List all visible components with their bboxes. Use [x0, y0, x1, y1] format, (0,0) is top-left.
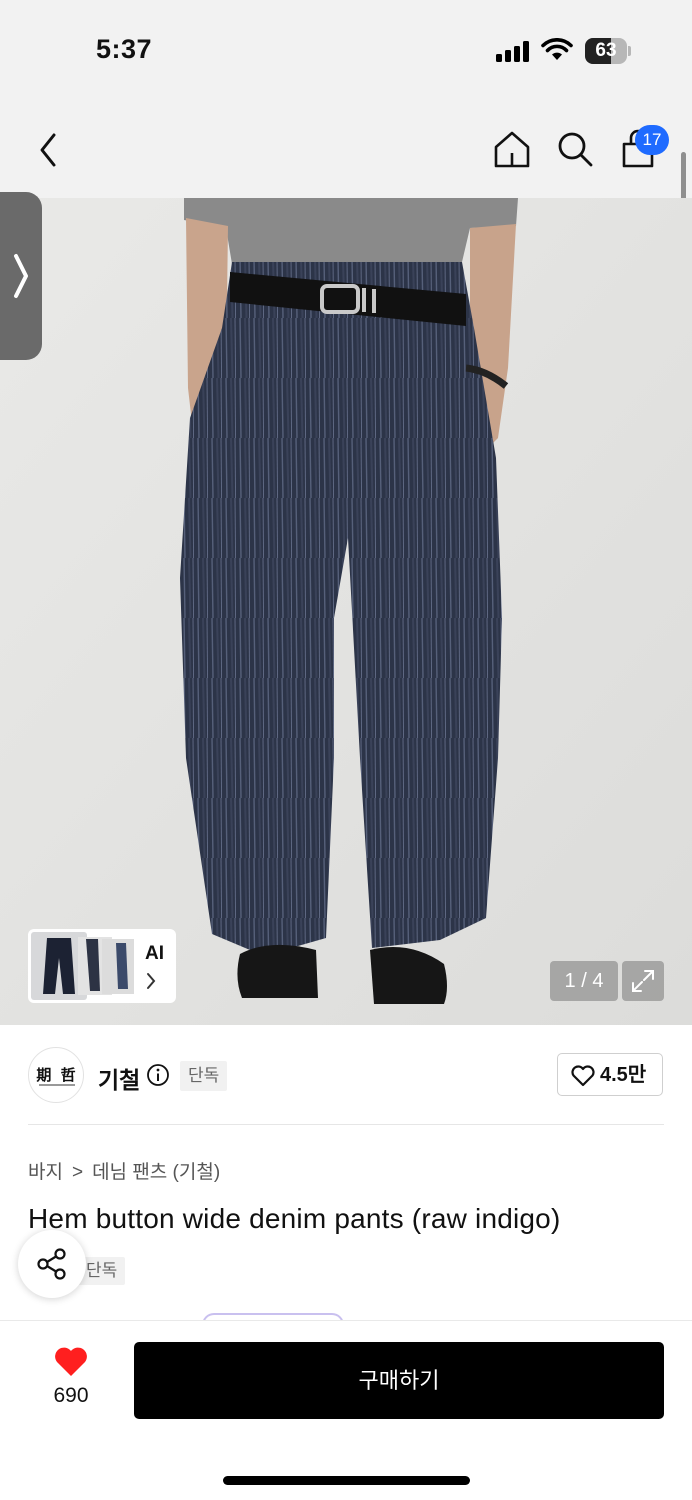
ai-similar-items-card[interactable]: AI: [28, 929, 176, 1003]
brand-like-button[interactable]: 4.5만: [557, 1053, 663, 1096]
battery-indicator: 63: [585, 38, 631, 64]
ai-label: AI: [145, 943, 164, 964]
side-drawer-toggle[interactable]: [0, 192, 42, 360]
expand-icon: [632, 970, 654, 992]
share-icon: [37, 1248, 66, 1280]
breadcrumb-category[interactable]: 바지: [28, 1162, 63, 1183]
divider: [28, 1124, 664, 1125]
image-pager: 1 / 4: [550, 961, 618, 1001]
heart-outline-icon: [571, 1065, 595, 1087]
brand-logo-text: 期 哲: [36, 1066, 78, 1084]
brand-logo[interactable]: 期 哲: [28, 1047, 84, 1103]
cellular-signal-icon: [496, 40, 532, 62]
heart-filled-icon: [55, 1347, 87, 1376]
wishlist-button[interactable]: 690: [40, 1342, 102, 1412]
home-icon: [494, 131, 530, 168]
breadcrumb-subcategory[interactable]: 데님 팬츠 (기철): [92, 1162, 220, 1183]
back-button[interactable]: [34, 130, 64, 170]
product-title: Hem button wide denim pants (raw indigo): [28, 1203, 561, 1234]
top-bar: 5:37 63 17: [0, 0, 692, 198]
status-time: 5:37: [96, 34, 153, 64]
breadcrumb-separator: >: [71, 1162, 84, 1183]
chevron-right-icon: [14, 254, 28, 298]
share-button[interactable]: [18, 1230, 86, 1298]
home-button[interactable]: [492, 129, 532, 169]
brand-like-count: 4.5만: [600, 1064, 647, 1086]
info-icon[interactable]: [146, 1063, 170, 1087]
product-photo-denim-pants: [0, 198, 692, 1025]
expand-image-button[interactable]: [622, 961, 664, 1001]
chevron-left-icon: [40, 133, 56, 167]
cart-count-badge: 17: [635, 125, 669, 155]
chevron-right-icon: [147, 973, 156, 989]
exclusive-badge: 단독: [180, 1061, 228, 1091]
product-image[interactable]: [0, 198, 692, 1025]
home-indicator: [223, 1476, 470, 1485]
wifi-icon: [541, 38, 573, 60]
search-icon: [558, 132, 593, 167]
buy-button[interactable]: 구매하기: [134, 1342, 664, 1419]
brand-name[interactable]: 기철: [98, 1061, 140, 1095]
wishlist-count: 690: [53, 1384, 89, 1407]
breadcrumb: 바지 > 데님 팬츠 (기철): [28, 1157, 220, 1184]
search-button[interactable]: [556, 130, 594, 168]
thumbnail-image: [102, 939, 134, 994]
battery-level: 63: [595, 40, 617, 61]
